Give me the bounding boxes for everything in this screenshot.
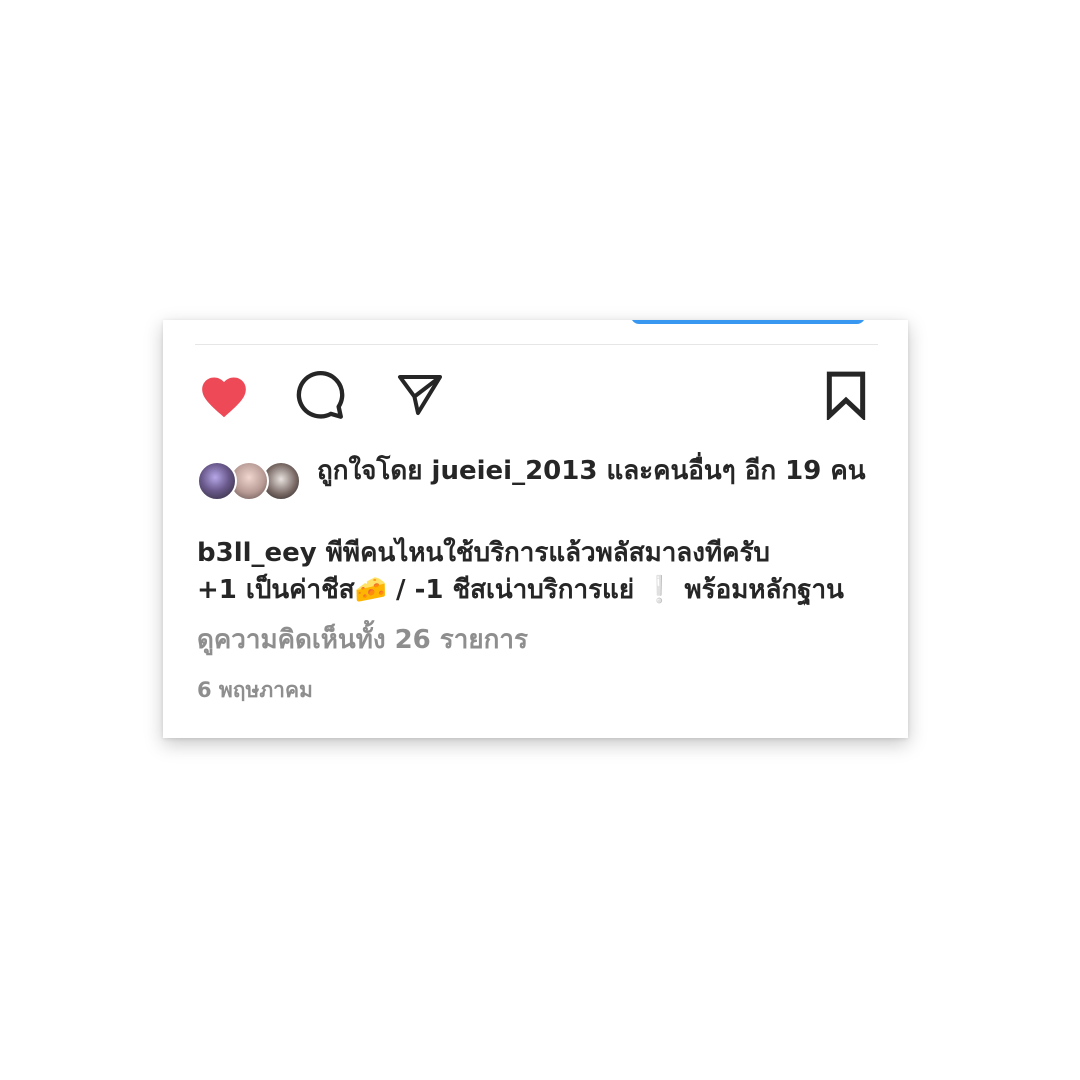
follow-button-edge[interactable] xyxy=(631,320,865,324)
save-button[interactable] xyxy=(817,366,875,424)
post-action-bar xyxy=(195,366,878,424)
paper-plane-icon xyxy=(398,375,442,415)
view-all-comments-link[interactable]: ดูความคิดเห็นทั้ง 26 รายการ xyxy=(197,622,528,658)
caption-line: +1 เป็นค่าชีส🧀 / -1 ชีสเน่าบริการแย่ ❕ พ… xyxy=(197,575,844,605)
post-card: ถูกใจโดย jueiei_2013 และคนอื่นๆ อีก 19 ค… xyxy=(163,320,908,738)
avatar xyxy=(197,461,237,501)
liker-avatars[interactable] xyxy=(197,461,307,507)
like-button[interactable] xyxy=(195,366,253,424)
post-caption: b3ll_eey พีพีคนไหนใช้บริการแล้วพลัสมาลงท… xyxy=(197,535,887,609)
divider xyxy=(195,344,878,345)
heart-filled-icon xyxy=(202,377,246,418)
bookmark-icon xyxy=(826,371,866,420)
comment-icon xyxy=(296,370,345,419)
comment-button[interactable] xyxy=(291,366,349,424)
likes-text[interactable]: ถูกใจโดย jueiei_2013 และคนอื่นๆ อีก 19 ค… xyxy=(317,453,877,489)
caption-line: b3ll_eey พีพีคนไหนใช้บริการแล้วพลัสมาลงท… xyxy=(197,538,770,568)
share-button[interactable] xyxy=(391,366,449,424)
post-date: 6 พฤษภาคม xyxy=(197,678,313,702)
